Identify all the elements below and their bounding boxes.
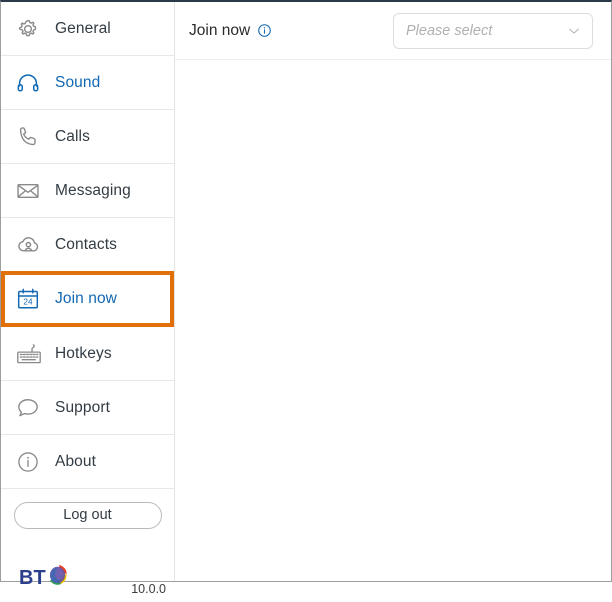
main-header: Join now Please select (175, 2, 611, 60)
brand-row: BT 10.0.0 (1, 542, 174, 602)
sidebar-item-label: Calls (55, 127, 90, 145)
sidebar-item-calls[interactable]: Calls (1, 110, 174, 164)
sidebar-item-label: About (55, 452, 97, 470)
sidebar-item-label: Contacts (55, 235, 117, 253)
info-circle-icon (15, 449, 49, 475)
sidebar-item-label: Support (55, 398, 110, 416)
sidebar-item-support[interactable]: Support (1, 381, 174, 435)
gear-icon (15, 16, 49, 42)
headphones-icon (15, 70, 49, 96)
cloud-contacts-icon (15, 231, 49, 258)
svg-text:BT: BT (19, 567, 46, 589)
sidebar-item-general[interactable]: General (1, 2, 174, 56)
sidebar-item-label: General (55, 19, 111, 37)
page-title: Join now (189, 21, 251, 39)
log-out-button[interactable]: Log out (13, 501, 162, 529)
sidebar-item-hotkeys[interactable]: Hotkeys (1, 327, 174, 381)
sidebar-item-sound[interactable]: Sound (1, 56, 174, 110)
phone-icon (15, 124, 49, 150)
sidebar-footer: Log out BT 10.0.0 (1, 489, 174, 602)
select-value: Please select (406, 22, 493, 39)
sidebar-item-label: Messaging (55, 181, 131, 199)
sidebar-item-about[interactable]: About (1, 435, 174, 489)
sidebar-item-label: Sound (55, 73, 101, 91)
sidebar-item-contacts[interactable]: Contacts (1, 218, 174, 272)
svg-text:24: 24 (23, 298, 33, 307)
sidebar: General Sound Calls Messaging Contacts 2… (1, 2, 175, 596)
sidebar-nav: General Sound Calls Messaging Contacts 2… (1, 2, 174, 489)
main-panel: Join now Please select (175, 2, 611, 581)
keyboard-icon (15, 340, 49, 368)
info-circle-icon[interactable] (257, 23, 272, 38)
sidebar-item-messaging[interactable]: Messaging (1, 164, 174, 218)
envelope-icon (15, 178, 49, 204)
sidebar-item-label: Hotkeys (55, 344, 112, 362)
join-now-select[interactable]: Please select (393, 12, 593, 49)
sidebar-item-label: Join now (55, 290, 117, 307)
settings-window: General Sound Calls Messaging Contacts 2… (0, 0, 612, 596)
join-now-select-wrap: Please select (393, 12, 593, 49)
chat-bubble-icon (15, 395, 49, 421)
bt-logo: BT (19, 560, 81, 594)
logout-row: Log out (1, 489, 174, 542)
main-body (175, 60, 611, 581)
sidebar-item-join-now[interactable]: 24 Join now (1, 271, 174, 327)
chevron-down-icon[interactable] (566, 23, 582, 39)
calendar-24-icon: 24 (15, 286, 49, 312)
app-version: 10.0.0 (131, 582, 166, 596)
